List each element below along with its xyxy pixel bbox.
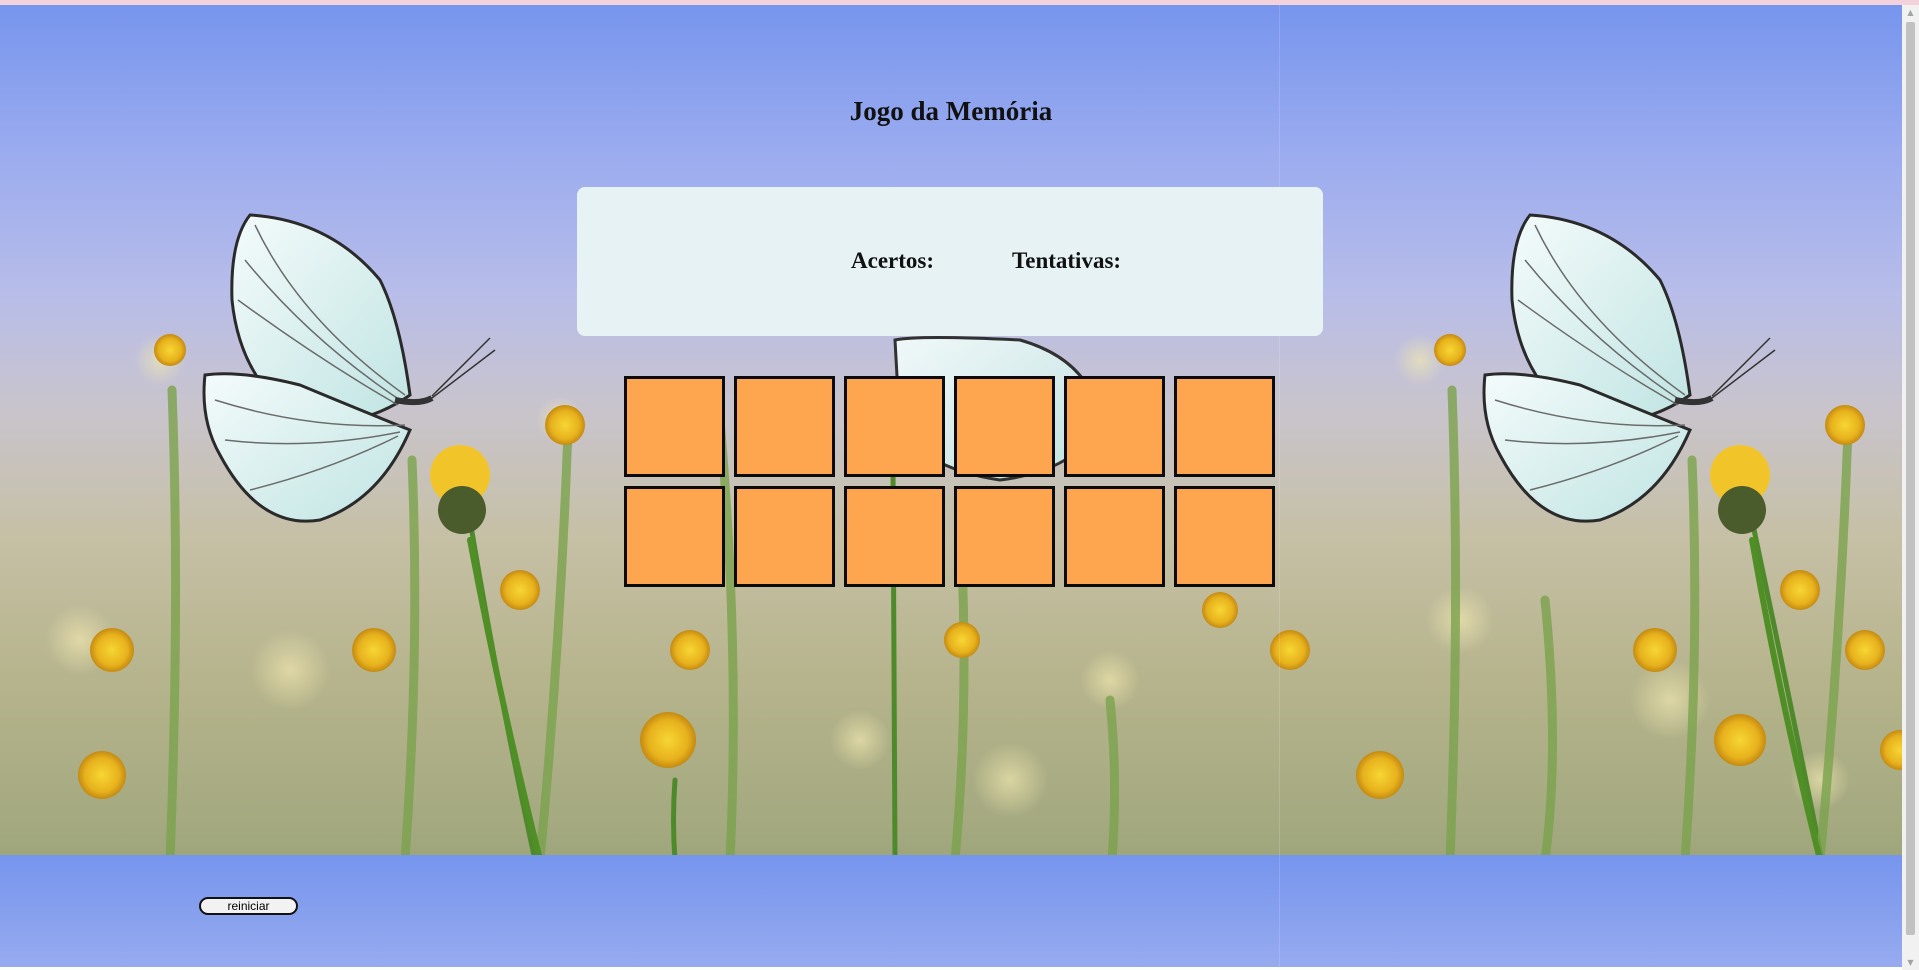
- restart-button[interactable]: reiniciar: [199, 897, 298, 915]
- memory-card[interactable]: [844, 376, 945, 477]
- memory-card[interactable]: [844, 486, 945, 587]
- memory-card[interactable]: [734, 376, 835, 477]
- memory-card[interactable]: [1064, 376, 1165, 477]
- memory-card[interactable]: [1064, 486, 1165, 587]
- vertical-scrollbar[interactable]: ▲ ▼: [1902, 5, 1919, 970]
- scroll-up-arrow-icon[interactable]: ▲: [1902, 5, 1919, 20]
- card-board: [624, 376, 1276, 587]
- game-title: Jogo da Memória: [849, 96, 1053, 126]
- scroll-down-arrow-icon[interactable]: ▼: [1902, 955, 1919, 970]
- score-panel: Acertos: Tentativas:: [577, 187, 1323, 336]
- memory-card[interactable]: [1174, 486, 1275, 587]
- memory-card[interactable]: [624, 486, 725, 587]
- memory-card[interactable]: [624, 376, 725, 477]
- scrollbar-thumb[interactable]: [1906, 22, 1915, 935]
- memory-card[interactable]: [954, 376, 1055, 477]
- memory-card[interactable]: [1174, 376, 1275, 477]
- memory-card[interactable]: [954, 486, 1055, 587]
- background-tile-seam: [1279, 5, 1280, 970]
- hits-label: Acertos:: [851, 248, 935, 273]
- attempts-label: Tentativas:: [1012, 248, 1122, 273]
- memory-card[interactable]: [734, 486, 835, 587]
